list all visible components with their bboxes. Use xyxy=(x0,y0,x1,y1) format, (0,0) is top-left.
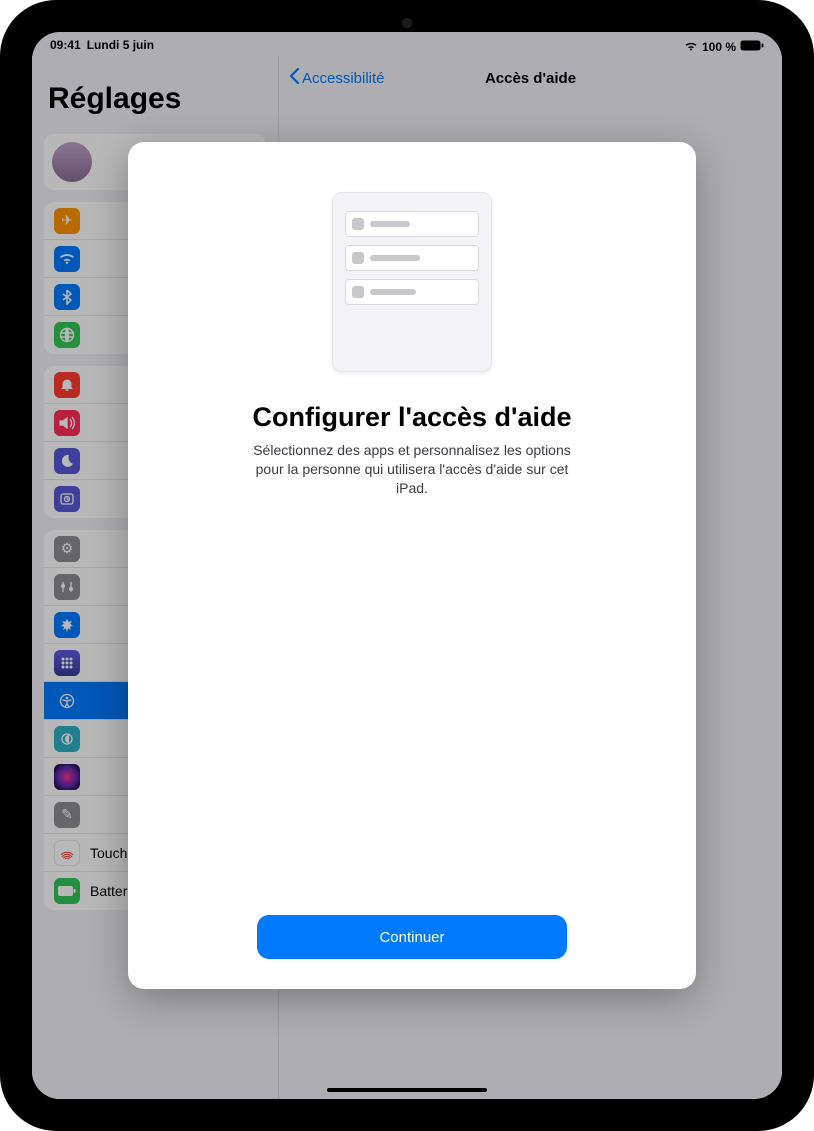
illustration-icon xyxy=(332,192,492,372)
assistive-access-modal: Configurer l'accès d'aide Sélectionnez d… xyxy=(128,142,696,989)
modal-subtitle: Sélectionnez des apps et personnalisez l… xyxy=(242,441,582,498)
camera-dot xyxy=(402,18,412,28)
modal-title: Configurer l'accès d'aide xyxy=(253,402,572,433)
home-indicator[interactable] xyxy=(327,1088,487,1092)
screen: 09:41 Lundi 5 juin 100 % Réglages xyxy=(32,32,782,1099)
device-frame: 09:41 Lundi 5 juin 100 % Réglages xyxy=(0,0,814,1131)
continue-button[interactable]: Continuer xyxy=(257,915,567,959)
